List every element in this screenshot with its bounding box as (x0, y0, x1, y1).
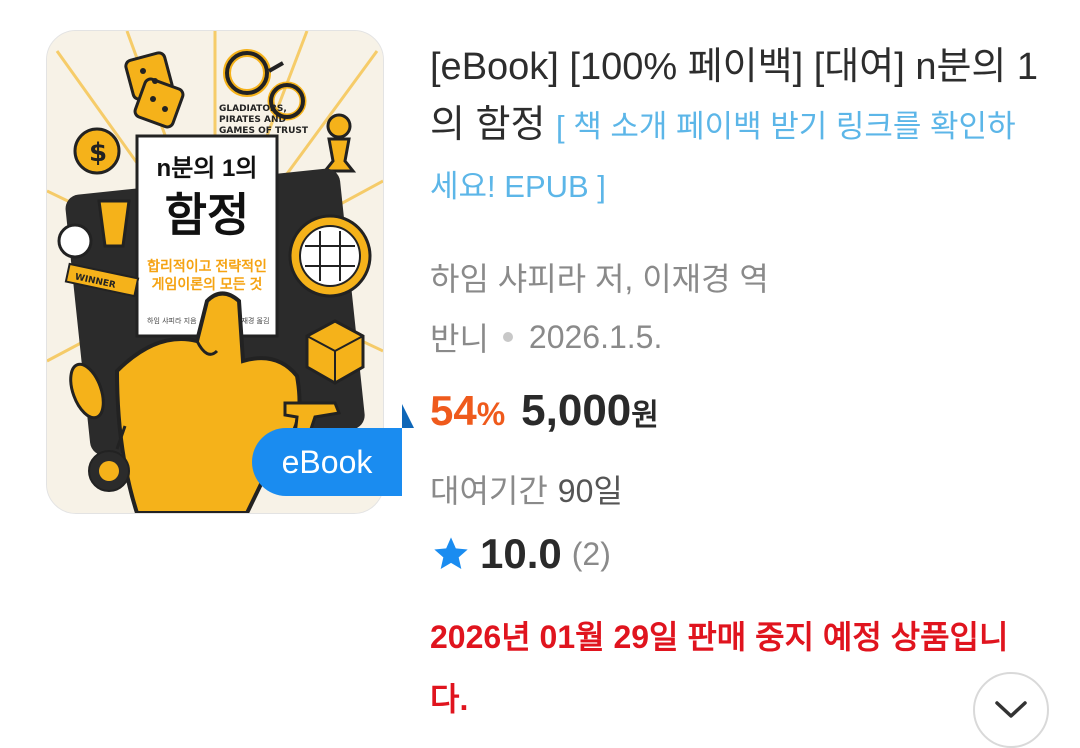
svg-text:PIRATES AND: PIRATES AND (219, 115, 286, 125)
book-publisher[interactable]: 반니 (430, 314, 489, 360)
star-icon (434, 537, 468, 569)
ebook-badge: eBook (252, 428, 402, 496)
svg-text:GLADIATORS,: GLADIATORS, (219, 104, 287, 114)
svg-text:n분의 1의: n분의 1의 (157, 155, 258, 182)
sale-end-notice: 2026년 01월 29일 판매 중지 예정 상품입니다. (430, 619, 1009, 717)
discount-unit: % (476, 396, 506, 432)
book-cover-container[interactable]: GLADIATORS, PIRATES AND GAMES OF TRUST $… (46, 30, 414, 514)
rental-period-label: 대여기간 (430, 473, 548, 509)
svg-text:합리적이고 전략적인: 합리적이고 전략적인 (147, 258, 267, 274)
rating-count: (2) (571, 535, 611, 572)
ebook-badge-label: eBook (281, 443, 373, 480)
book-publish-meta: 반니 2026.1.5. (430, 314, 662, 360)
book-author[interactable]: 하임 샤피라 저, 이재경 역 (430, 254, 769, 300)
svg-text:게임이론의 모든 것: 게임이론의 모든 것 (152, 276, 263, 292)
rental-period-value: 90일 (557, 473, 623, 509)
sale-price: 5,000 (521, 386, 632, 435)
book-rating[interactable]: 10.0 (2) (430, 530, 611, 578)
tictactoe-illustration (288, 214, 372, 298)
svg-text:$: $ (89, 138, 107, 168)
rental-period: 대여기간 90일 (430, 466, 623, 512)
chevron-down-icon (995, 701, 1027, 718)
rating-score: 10.0 (480, 530, 562, 577)
svg-text:하임 샤피라 지음: 하임 샤피라 지음 (147, 316, 197, 325)
separator-dot-icon (502, 332, 513, 342)
ebook-badge-tab (402, 404, 414, 428)
book-title[interactable]: [eBook] [100% 페이백] [대여] n분의 1의 함정 [ 책 소개… (430, 38, 1040, 216)
price-unit: 원 (631, 399, 659, 432)
book-publish-date: 2026.1.5. (528, 318, 663, 355)
book-price: 54 % 5,000 원 (430, 386, 659, 436)
discount-rate: 54 (430, 387, 477, 434)
svg-text:함정: 함정 (165, 189, 250, 241)
expand-button[interactable] (973, 672, 1049, 748)
